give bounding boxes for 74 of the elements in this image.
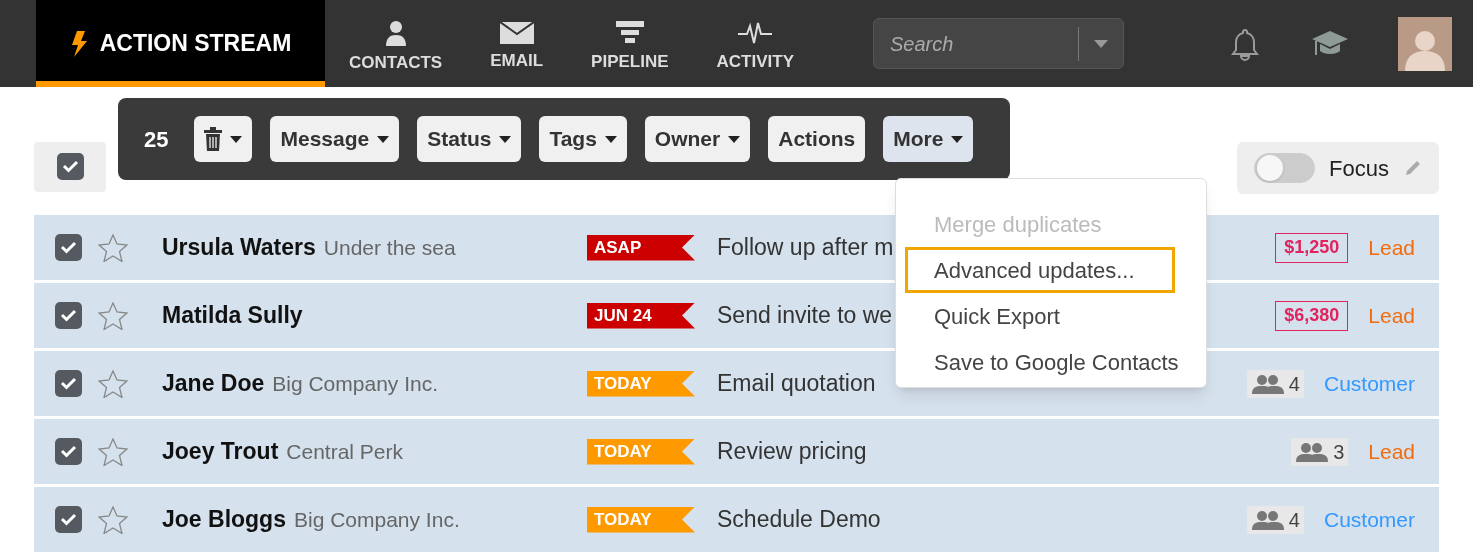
checkbox[interactable] (55, 506, 82, 533)
checkmark-icon (60, 377, 77, 390)
due-tag: TODAY (587, 370, 695, 397)
deal-value: $6,380 (1275, 300, 1349, 331)
due-tag: ASAP (587, 234, 695, 261)
envelope-icon (499, 21, 534, 44)
checkmark-icon (60, 241, 77, 254)
star-icon[interactable] (98, 369, 128, 398)
contact-row[interactable]: Joey Trout Central Perk TODAY Review pricing 3 Lead (34, 419, 1439, 484)
nav-tab[interactable]: EMAIL (466, 0, 568, 87)
lightning-bolt-icon (69, 30, 88, 57)
task-text: Email quotation (717, 369, 876, 399)
toolbar-button[interactable]: Message (270, 116, 400, 162)
search-field[interactable]: Search (873, 18, 1124, 69)
checkbox[interactable] (55, 234, 82, 261)
checkbox[interactable] (55, 302, 82, 329)
checkmark-icon (60, 445, 77, 458)
task-text: Send invite to we (717, 301, 893, 331)
star-icon[interactable] (98, 505, 128, 534)
checkmark-icon (60, 309, 77, 322)
toolbar-button[interactable]: Status (417, 116, 522, 162)
contact-name[interactable]: Matilda Sully (162, 298, 303, 333)
checkmark-icon (60, 513, 77, 526)
people-icon (1250, 373, 1285, 394)
people-icon (1295, 441, 1330, 462)
due-tag: TODAY (587, 506, 695, 533)
due-tag: TODAY (587, 438, 695, 465)
contact-name[interactable]: Joey Trout (162, 434, 279, 469)
deal-value: $1,250 (1275, 232, 1349, 263)
pulse-icon (738, 20, 773, 45)
bell-icon[interactable] (1228, 26, 1262, 61)
search-input[interactable]: Search (874, 28, 1078, 59)
toolbar-button[interactable]: More (883, 116, 974, 162)
select-all-control[interactable] (34, 141, 106, 192)
due-tag: JUN 24 (587, 302, 695, 329)
star-icon[interactable] (98, 233, 128, 262)
contacts-count: 3 (1291, 437, 1349, 466)
nav-tab[interactable]: ACTION STREAM (36, 0, 325, 87)
trash-icon (204, 127, 223, 151)
nav-tab[interactable]: PIPELINE (567, 0, 693, 87)
star-icon[interactable] (98, 301, 128, 330)
toolbar-button[interactable]: Owner (644, 116, 751, 162)
menu-item[interactable]: Quick Export (905, 293, 1197, 339)
company-name: Big Company Inc. (272, 371, 438, 398)
checkbox[interactable] (55, 370, 82, 397)
focus-label: Focus (1329, 154, 1389, 183)
star-icon[interactable] (98, 437, 128, 466)
menu-item[interactable]: Advanced updates... (905, 247, 1175, 293)
contact-name[interactable]: Joe Bloggs (162, 502, 286, 537)
selected-count: 25 (144, 125, 169, 154)
toolbar-button[interactable]: Actions (768, 116, 866, 162)
company-name: Under the sea (323, 235, 456, 262)
contact-row[interactable]: Joe Bloggs Big Company Inc. TODAY Schedule Demo 4 Customer (34, 487, 1439, 552)
toolbar-button[interactable]: Tags (539, 116, 627, 162)
focus-toggle[interactable] (1254, 153, 1315, 183)
task-text: Schedule Demo (717, 505, 881, 535)
company-name: Big Company Inc. (293, 507, 460, 534)
contact-name[interactable]: Ursula Waters (162, 230, 316, 265)
contact-name[interactable]: Jane Doe (162, 366, 265, 401)
delete-button[interactable] (194, 116, 253, 162)
nav-tab[interactable]: ACTIVITY (692, 0, 818, 87)
checkbox[interactable] (56, 153, 84, 180)
contacts-count: 4 (1246, 369, 1304, 398)
checkmark-icon (61, 160, 79, 173)
company-name: Central Perk (286, 439, 404, 466)
funnel-icon (615, 20, 644, 45)
checkbox[interactable] (55, 438, 82, 465)
task-text: Review pricing (717, 437, 867, 467)
nav-tab[interactable]: CONTACTS (325, 0, 467, 87)
people-icon (1250, 509, 1285, 530)
contacts-count: 4 (1246, 505, 1304, 534)
task-text: Follow up after m (717, 233, 894, 263)
caret-down-icon (1094, 39, 1108, 48)
person-icon (384, 19, 407, 46)
